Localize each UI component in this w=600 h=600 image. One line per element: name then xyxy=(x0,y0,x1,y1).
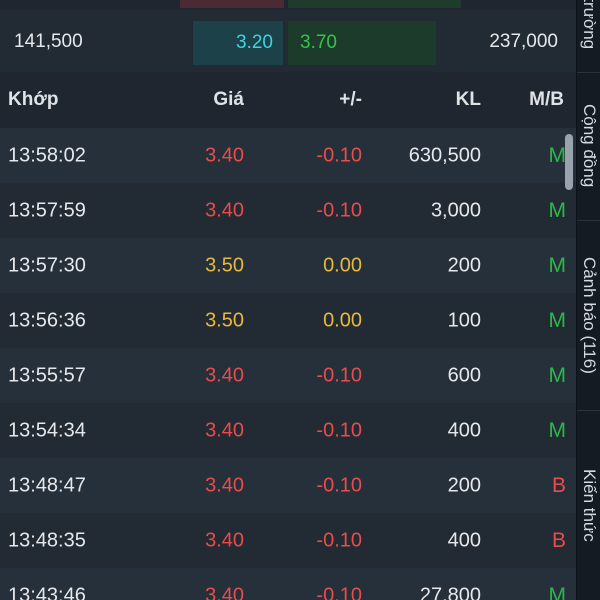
table-row[interactable]: 13:56:36 3.50 0.00 100 M xyxy=(0,293,576,348)
trade-volume: 600 xyxy=(447,364,481,386)
side-tab-label: Kiến thức xyxy=(580,468,599,542)
header-side[interactable]: M/B xyxy=(529,89,564,111)
header-price[interactable]: Giá xyxy=(213,89,244,111)
trade-price: 3.40 xyxy=(205,144,244,166)
trade-change: -0.10 xyxy=(316,199,362,221)
trade-time: 13:48:35 xyxy=(8,529,86,551)
trade-change: -0.10 xyxy=(316,144,362,166)
table-row[interactable]: 13:57:59 3.40 -0.10 3,000 M xyxy=(0,183,576,238)
trade-price: 3.50 xyxy=(205,254,244,276)
side-tab-market-info[interactable]: Thông tin thị trường xyxy=(577,0,600,73)
trade-volume: 200 xyxy=(447,254,481,276)
trade-price: 3.40 xyxy=(205,529,244,551)
ask-price-cell[interactable]: 3.70 xyxy=(288,21,436,65)
table-header: Khớp Giá +/- KL M/B xyxy=(0,72,576,128)
trade-volume: 100 xyxy=(447,309,481,331)
trade-time: 13:56:36 xyxy=(8,309,86,331)
header-time[interactable]: Khớp xyxy=(8,89,58,111)
side-tab-community[interactable]: Cộng đồng xyxy=(577,72,600,221)
trade-price: 3.40 xyxy=(205,584,244,600)
trade-time: 13:57:30 xyxy=(8,254,86,276)
bid-price-cell[interactable]: 3.20 xyxy=(193,21,283,65)
order-book-top-strip xyxy=(0,0,576,10)
table-body: 13:58:02 3.40 -0.10 630,500 M 13:57:59 3.40 -0.… xyxy=(0,128,576,600)
trade-change: -0.10 xyxy=(316,419,362,441)
trade-change: -0.10 xyxy=(316,364,362,386)
sell-volume-bar xyxy=(180,0,284,8)
table-scrollbar[interactable] xyxy=(562,130,576,600)
trade-time: 13:43:46 xyxy=(8,584,86,600)
trade-time: 13:55:57 xyxy=(8,364,86,386)
matched-trades-table: Khớp Giá +/- KL M/B 13:58:02 3.40 -0.10 630… xyxy=(0,72,576,600)
trade-change: 0.00 xyxy=(323,309,362,331)
trade-time: 13:54:34 xyxy=(8,419,86,441)
trade-volume: 3,000 xyxy=(430,199,481,221)
trade-volume: 400 xyxy=(447,419,481,441)
trade-price: 3.40 xyxy=(205,364,244,386)
side-tab-alerts[interactable]: Cảnh báo (116) xyxy=(577,220,600,411)
buy-volume-bar xyxy=(288,0,461,8)
header-volume[interactable]: KL xyxy=(456,89,481,111)
table-row[interactable]: 13:48:47 3.40 -0.10 200 B xyxy=(0,458,576,513)
ask-price: 3.70 xyxy=(300,32,337,53)
trade-volume: 400 xyxy=(447,529,481,551)
trade-price: 3.40 xyxy=(205,474,244,496)
side-tab-label: Cộng đồng xyxy=(580,104,599,188)
trade-price: 3.50 xyxy=(205,309,244,331)
trade-time: 13:58:02 xyxy=(8,144,86,166)
table-row[interactable]: 13:57:30 3.50 0.00 200 M xyxy=(0,238,576,293)
table-row[interactable]: 13:55:57 3.40 -0.10 600 M xyxy=(0,348,576,403)
trade-change: 0.00 xyxy=(323,254,362,276)
trade-change: -0.10 xyxy=(316,584,362,600)
table-row[interactable]: 13:58:02 3.40 -0.10 630,500 M xyxy=(0,128,576,183)
trade-price: 3.40 xyxy=(205,419,244,441)
trade-volume: 630,500 xyxy=(408,144,481,166)
bid-volume: 141,500 xyxy=(14,31,83,52)
table-row[interactable]: 13:48:35 3.40 -0.10 400 B xyxy=(0,513,576,568)
header-change[interactable]: +/- xyxy=(339,89,362,111)
scrollbar-thumb[interactable] xyxy=(565,134,573,190)
side-tab-label: Thông tin thị trường xyxy=(577,0,600,49)
side-tab-bar: Thông tin thị trường Cộng đồng Cảnh báo … xyxy=(576,0,600,600)
side-tab-label: Cảnh báo (116) xyxy=(580,256,599,374)
order-book-row[interactable]: 141,500 3.20 3.70 237,000 xyxy=(0,10,576,72)
trade-change: -0.10 xyxy=(316,474,362,496)
trade-time: 13:57:59 xyxy=(8,199,86,221)
ask-volume: 237,000 xyxy=(489,31,558,52)
trade-time: 13:48:47 xyxy=(8,474,86,496)
bid-price: 3.20 xyxy=(236,32,273,53)
trade-volume: 200 xyxy=(447,474,481,496)
table-row[interactable]: 13:54:34 3.40 -0.10 400 M xyxy=(0,403,576,458)
trade-volume: 27,800 xyxy=(419,584,481,600)
trade-change: -0.10 xyxy=(316,529,362,551)
trade-price: 3.40 xyxy=(205,199,244,221)
trading-panel: 141,500 3.20 3.70 237,000 Khớp Giá +/- K… xyxy=(0,0,600,600)
table-row[interactable]: 13:43:46 3.40 -0.10 27,800 M xyxy=(0,568,576,600)
side-tab-knowledge[interactable]: Kiến thức xyxy=(577,410,600,600)
